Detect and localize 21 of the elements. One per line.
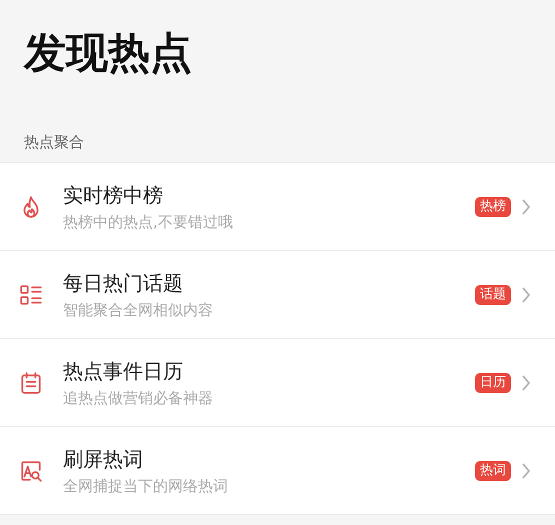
chevron-icon[interactable] (521, 286, 531, 302)
item-subtitle: 全网捕捉当下的网络热词 (63, 476, 229, 496)
list-icon (19, 282, 43, 306)
item-title[interactable]: 每日热门话题 (63, 268, 475, 296)
calendar-icon (19, 370, 43, 394)
item-title[interactable]: 实时榜中榜 (63, 180, 475, 208)
item-badge: 话题 (475, 284, 511, 304)
item-badge: 热榜 (475, 196, 511, 216)
section-label: 热点聚合 (24, 132, 85, 153)
item-title[interactable]: 热点事件日历 (63, 356, 475, 384)
page-title: 发现热点 (24, 27, 193, 79)
chevron-icon[interactable] (521, 462, 531, 478)
item-subtitle: 追热点做营销必备神器 (63, 388, 214, 408)
item-badge: 热词 (475, 460, 511, 480)
item-subtitle: 热榜中的热点,不要错过哦 (63, 212, 234, 232)
item-subtitle: 智能聚合全网相似内容 (63, 300, 214, 320)
chevron-icon[interactable] (521, 374, 531, 390)
item-badge: 日历 (475, 372, 511, 392)
text-search-icon (19, 458, 43, 482)
chevron-icon[interactable] (521, 198, 531, 214)
item-title[interactable]: 刷屏热词 (63, 444, 475, 472)
